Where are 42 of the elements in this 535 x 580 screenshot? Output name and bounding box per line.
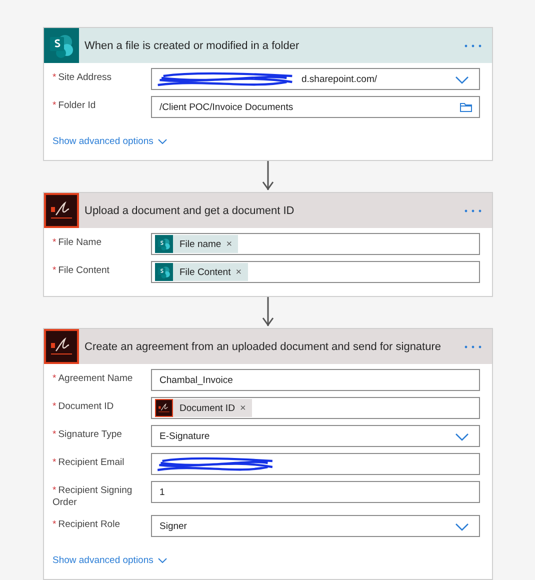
chevron-down-icon[interactable] <box>454 523 468 531</box>
input-field[interactable]: Document ID × <box>150 397 480 419</box>
input-field[interactable]: File Content × <box>150 261 480 283</box>
field-label: * Recipient Role <box>52 518 121 531</box>
show-advanced-link[interactable]: Show advanced options <box>52 136 168 147</box>
field-label: * File Content <box>52 264 110 277</box>
token-chip[interactable]: File name × <box>154 235 238 253</box>
folder-icon[interactable] <box>460 103 472 112</box>
show-advanced-link[interactable]: Show advanced options <box>52 555 168 566</box>
field-label: * Site Address <box>52 71 113 84</box>
sharepoint-logo-icon <box>154 263 172 281</box>
token-chip[interactable]: File Content × <box>154 263 248 281</box>
input-field[interactable]: 1 <box>150 481 480 503</box>
field-label: * Agreement Name <box>52 372 134 385</box>
input-field[interactable] <box>150 453 480 475</box>
chevron-down-icon[interactable] <box>158 139 168 144</box>
token-chip[interactable]: Document ID × <box>154 399 252 417</box>
field-label: * File Name <box>52 236 102 249</box>
field-label: * Document ID <box>52 400 115 413</box>
dropdown-field[interactable]: d.sharepoint.com/ <box>150 68 480 90</box>
dropdown-field[interactable]: E-Signature <box>150 425 480 447</box>
card-title: Create an agreement from an uploaded document and send for signature <box>84 340 442 352</box>
card-title: When a file is created or modified in a folder <box>84 40 300 52</box>
dropdown-field[interactable]: Signer <box>150 515 480 537</box>
field-label: * Recipient Signing Order <box>52 484 134 509</box>
chevron-down-icon[interactable] <box>158 558 168 563</box>
more-icon[interactable] <box>464 344 482 348</box>
field-label: * Recipient Email <box>52 456 126 469</box>
adobe-sign-logo-icon <box>154 399 172 417</box>
input-field[interactable]: File name × <box>150 233 480 255</box>
field-label: * Signature Type <box>52 428 123 441</box>
chevron-down-icon[interactable] <box>454 433 468 441</box>
connector-arrow <box>262 161 274 192</box>
chevron-down-icon[interactable] <box>454 76 468 84</box>
more-icon[interactable] <box>464 208 482 212</box>
input-field[interactable]: Chambal_Invoice <box>150 369 480 391</box>
field-label: * Folder Id <box>52 99 97 112</box>
connector-arrow <box>262 297 274 328</box>
more-icon[interactable] <box>464 44 482 48</box>
input-field[interactable]: /Client POC/Invoice Documents <box>150 96 480 118</box>
card-title: Upload a document and get a document ID <box>84 204 296 216</box>
sharepoint-logo-icon <box>154 235 172 253</box>
